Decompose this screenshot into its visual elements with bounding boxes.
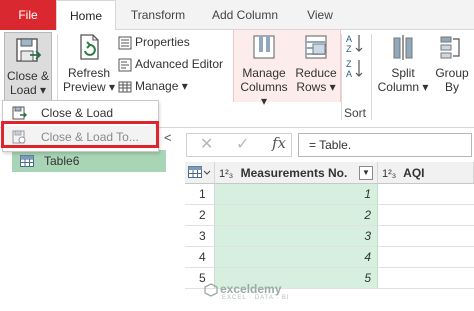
close-load-label-2: Load ▾ [9,83,47,97]
formula-input[interactable]: = Table. [298,133,472,157]
fx-icon[interactable]: fx [272,134,286,152]
tab-file[interactable]: File [0,0,56,30]
save-disk-icon [16,38,42,62]
table-cell[interactable] [378,226,474,247]
watermark-icon [204,283,218,297]
row-number: 3 [185,226,215,247]
advanced-editor-icon [118,58,132,72]
sort-group-label: Sort [344,106,367,120]
filter-dropdown-icon[interactable]: ▼ [359,166,373,180]
tab-view[interactable]: View [300,0,340,30]
manage-columns-button[interactable]: Manage Columns ▾ [236,32,292,108]
table-cell[interactable] [378,205,474,226]
ribbon-tab-bar: File Home Transform Add Column View [0,0,474,31]
refresh-label-2: Preview ▾ [62,80,116,94]
reduce-rows-button[interactable]: Reduce Rows ▾ [294,32,338,102]
table-menu-icon [188,166,211,178]
separator [341,34,342,120]
grid-corner-table-icon[interactable] [185,162,215,184]
highlight-box [1,121,159,148]
watermark-name: exceldemy [220,282,282,296]
group-by-button[interactable]: Group By [432,32,472,102]
sort-descending-icon: Z A [346,59,363,79]
group-by-icon [440,36,460,59]
refresh-label-1: Refresh [67,66,111,80]
properties-icon [118,36,132,50]
row-number: 1 [185,184,215,205]
row-number: 4 [185,247,215,268]
table-cell[interactable]: 4 [215,247,378,268]
svg-text:A: A [346,69,352,79]
watermark-logo: exceldemy EXCEL · DATA · BI [204,282,324,304]
table-icon [118,81,132,93]
manage-label: Manage ▾ [135,79,188,93]
svg-text:Z: Z [346,44,352,54]
column-header-label: Measurements No. [240,166,348,180]
watermark-tagline: EXCEL · DATA · BI [222,295,290,301]
separator [371,34,372,120]
menu-item-close-load-label: Close & Load [41,106,114,120]
column-header-label: AQI [403,166,425,180]
group-by-label-2: By [444,80,459,94]
collapse-pane-chevron-icon[interactable]: < [164,130,172,145]
advanced-editor-button[interactable]: Advanced Editor [118,55,223,73]
svg-text:Z: Z [346,59,352,69]
table-cell[interactable] [378,184,474,205]
reduce-rows-label-2: Rows ▾ [296,80,336,94]
close-load-label-1: Close & [6,69,50,83]
tab-home[interactable]: Home [56,0,116,31]
table-cell[interactable]: 3 [215,226,378,247]
table-row: 2 2 [185,205,474,226]
reduce-rows-label-1: Reduce [295,66,337,80]
split-column-icon [393,35,413,60]
confirm-formula-icon[interactable]: ✓ [236,134,249,154]
table-row: 1 1 [185,184,474,205]
group-by-label-1: Group [435,66,469,80]
advanced-editor-label: Advanced Editor [135,57,224,71]
split-column-label-1: Split [391,66,415,80]
whole-number-type-icon[interactable]: 1²₃ [382,168,396,180]
whole-number-type-icon[interactable]: 1²₃ [219,168,233,180]
column-header-measurements[interactable]: 1²₃ Measurements No. ▼ [215,162,378,184]
table-cell[interactable]: 2 [215,205,378,226]
close-load-button[interactable]: Close & Load ▾ [4,32,52,102]
properties-label: Properties [135,35,190,49]
table-row: 3 3 [185,226,474,247]
manage-columns-icon [253,35,275,59]
manage-columns-label-2: Columns ▾ [240,80,288,108]
row-number: 2 [185,205,215,226]
column-header-aqi[interactable]: 1²₃ AQI [378,162,474,184]
save-disk-icon [12,106,27,120]
sort-buttons[interactable]: A Z Z A [344,32,366,88]
reduce-rows-icon [305,35,327,59]
refresh-icon [80,34,99,60]
table-icon [20,155,34,167]
query-item-label: Table6 [44,154,80,168]
split-column-label-2: Column ▾ [377,80,429,94]
query-item-table6[interactable]: Table6 [12,150,166,172]
table-cell[interactable] [378,247,474,268]
table-row: 4 4 [185,247,474,268]
svg-text:A: A [346,34,352,44]
sort-ascending-icon: A Z [346,34,363,54]
cancel-formula-icon[interactable]: ✕ [200,134,213,154]
properties-button[interactable]: Properties [118,33,190,51]
refresh-preview-button[interactable]: Refresh Preview ▾ [62,32,116,102]
tab-transform[interactable]: Transform [122,0,194,30]
tab-add-column[interactable]: Add Column [206,0,284,30]
split-column-button[interactable]: Split Column ▾ [376,32,430,102]
table-cell[interactable]: 1 [215,184,378,205]
manage-button[interactable]: Manage ▾ [118,77,188,95]
table-cell[interactable] [378,268,474,289]
manage-columns-label-1: Manage [242,66,286,80]
